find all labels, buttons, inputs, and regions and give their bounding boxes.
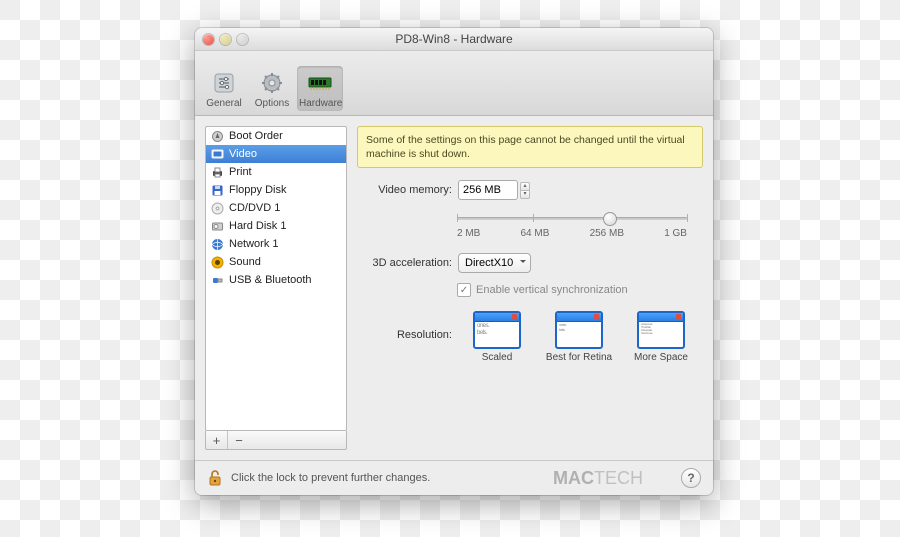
toolbar: General Options (195, 51, 713, 116)
accel-label: 3D acceleration: (357, 257, 458, 269)
tab-general[interactable]: General (201, 66, 247, 111)
sound-icon (210, 255, 224, 269)
video-memory-stepper: ▴ ▾ (458, 180, 530, 200)
zoom-traffic-light[interactable] (237, 34, 248, 45)
hardware-list: Boot Order Video Print (205, 126, 347, 431)
gear-icon (259, 70, 285, 96)
lock-text: Click the lock to prevent further change… (231, 472, 430, 484)
hdd-icon (210, 219, 224, 233)
sidebar-item-label: Video (229, 148, 257, 160)
content-area: Boot Order Video Print (195, 116, 713, 460)
sidebar-item-label: Print (229, 166, 252, 178)
toolbar-item-label: Options (251, 98, 293, 109)
sidebar-item-harddisk[interactable]: Hard Disk 1 (206, 217, 346, 235)
floppy-icon (210, 183, 224, 197)
resolution-option-label: Best for Retina (546, 352, 612, 363)
sidebar-item-label: Boot Order (229, 130, 283, 142)
slider-tick-label: 1 GB (664, 228, 687, 239)
vsync-label: Enable vertical synchronization (476, 284, 628, 296)
sidebar-item-sound[interactable]: Sound (206, 253, 346, 271)
video-memory-input[interactable] (458, 180, 518, 200)
sidebar-item-cddvd[interactable]: CD/DVD 1 (206, 199, 346, 217)
network-icon (210, 237, 224, 251)
vsync-checkbox[interactable] (457, 283, 471, 297)
resolution-retina[interactable]: ones.bels. Best for Retina (544, 311, 614, 363)
sidebar-item-label: Hard Disk 1 (229, 220, 286, 232)
remove-button[interactable]: − (228, 431, 250, 449)
toolbar-item-label: General (203, 98, 245, 109)
disc-icon (210, 201, 224, 215)
brand-logo: MACTECH (553, 468, 643, 489)
main-panel: Some of the settings on this page cannot… (357, 126, 703, 450)
boot-order-icon (210, 129, 224, 143)
resolution-option-label: More Space (634, 352, 688, 363)
slider-tick-label: 64 MB (521, 228, 550, 239)
resolution-more-space[interactable]: e crazy ones.The rebels.in the squarehes… (626, 311, 696, 363)
sidebar-item-label: CD/DVD 1 (229, 202, 280, 214)
titlebar: PD8-Win8 - Hardware (195, 28, 713, 51)
lock-icon[interactable] (207, 469, 223, 487)
warning-banner: Some of the settings on this page cannot… (357, 126, 703, 168)
traffic-lights (195, 34, 248, 45)
toolbar-item-label: Hardware (299, 98, 341, 109)
sidebar: Boot Order Video Print (205, 126, 347, 450)
chip-icon (307, 70, 333, 96)
sidebar-item-usb[interactable]: USB & Bluetooth (206, 271, 346, 289)
add-remove-bar: + − (205, 431, 347, 450)
add-button[interactable]: + (206, 431, 228, 449)
sidebar-item-floppy[interactable]: Floppy Disk (206, 181, 346, 199)
printer-icon (210, 165, 224, 179)
settings-window: PD8-Win8 - Hardware General (195, 28, 713, 495)
video-memory-label: Video memory: (357, 184, 458, 196)
vsync-row[interactable]: Enable vertical synchronization (457, 283, 703, 297)
sidebar-item-boot-order[interactable]: Boot Order (206, 127, 346, 145)
resolution-option-label: Scaled (482, 352, 513, 363)
slider-thumb[interactable] (603, 212, 617, 226)
sidebar-item-label: USB & Bluetooth (229, 274, 312, 286)
help-button[interactable]: ? (681, 468, 701, 488)
resolution-scaled[interactable]: ones.bels. Scaled (462, 311, 532, 363)
accel-select[interactable]: DirectX10 (458, 253, 531, 273)
resolution-row: Resolution: ones.bels. Scaled ones.bels.… (357, 311, 703, 363)
slider-icon (211, 70, 237, 96)
resolution-label: Resolution: (357, 311, 458, 363)
window-title: PD8-Win8 - Hardware (195, 32, 713, 46)
video-memory-row: Video memory: ▴ ▾ (357, 180, 703, 200)
sidebar-item-label: Sound (229, 256, 261, 268)
sidebar-item-video[interactable]: Video (206, 145, 346, 163)
sidebar-item-print[interactable]: Print (206, 163, 346, 181)
stepper-down[interactable]: ▾ (520, 190, 530, 199)
minimize-traffic-light[interactable] (220, 34, 231, 45)
sidebar-item-label: Floppy Disk (229, 184, 286, 196)
footer: Click the lock to prevent further change… (195, 460, 713, 495)
stepper-up[interactable]: ▴ (520, 182, 530, 190)
tab-options[interactable]: Options (249, 66, 295, 111)
tab-hardware[interactable]: Hardware (297, 66, 343, 111)
close-traffic-light[interactable] (203, 34, 214, 45)
slider-tick-label: 2 MB (457, 228, 480, 239)
video-icon (210, 147, 224, 161)
sidebar-item-label: Network 1 (229, 238, 279, 250)
video-memory-slider[interactable]: 2 MB 64 MB 256 MB 1 GB (457, 210, 687, 239)
usb-icon (210, 273, 224, 287)
accel-row: 3D acceleration: DirectX10 (357, 253, 703, 273)
sidebar-item-network[interactable]: Network 1 (206, 235, 346, 253)
slider-tick-label: 256 MB (590, 228, 624, 239)
